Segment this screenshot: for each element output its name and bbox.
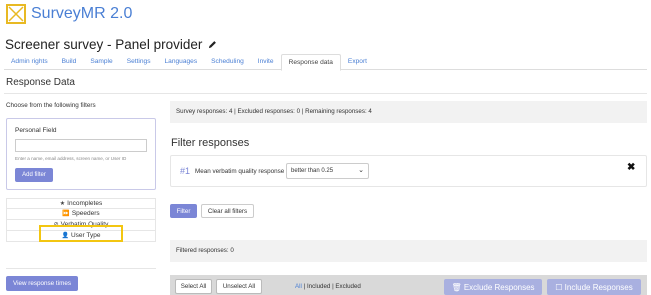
filtered-responses: Filtered responses: 0 xyxy=(170,240,647,262)
add-filter-button[interactable]: Add filter xyxy=(15,168,53,182)
highlight-annotation xyxy=(39,225,123,242)
link-included[interactable]: Included xyxy=(307,283,330,290)
tab-export[interactable]: Export xyxy=(341,54,374,70)
unselect-all-button[interactable]: Unselect All xyxy=(216,279,262,294)
filter-item-label: Incompletes xyxy=(67,199,103,207)
threshold-select-value: better than 0.25 xyxy=(291,168,334,174)
x-box-logo-icon[interactable] xyxy=(6,4,26,24)
include-label: Include Responses xyxy=(564,282,633,292)
link-excluded[interactable]: Excluded xyxy=(335,283,360,290)
app-header: SurveyMR 2.0 xyxy=(6,3,132,25)
filter-responses-heading: Filter responses xyxy=(171,137,250,149)
personal-field-label: Personal Field xyxy=(15,127,57,134)
divider xyxy=(6,268,156,269)
chevron-down-icon: ⌄ xyxy=(358,167,364,174)
personal-field-hint: Enter a name, email address, screen name… xyxy=(15,156,127,161)
tab-scheduling[interactable]: Scheduling xyxy=(204,54,251,70)
threshold-select[interactable]: better than 0.25 ⌄ xyxy=(286,163,369,179)
filters-heading: Choose from the following filters xyxy=(6,102,96,109)
tab-build[interactable]: Build xyxy=(55,54,84,70)
include-responses-button[interactable]: ☐ Include Responses xyxy=(547,279,641,295)
filter-button[interactable]: Filter xyxy=(170,204,197,218)
filter-label: Mean verbatim quality response xyxy=(195,168,285,175)
filter-number: #1 xyxy=(180,166,191,176)
tab-response-data[interactable]: Response data xyxy=(280,54,341,71)
view-response-times-button[interactable]: View response times xyxy=(6,276,78,291)
divider xyxy=(4,93,647,94)
active-filter-row: #1 Mean verbatim quality response better… xyxy=(170,155,647,187)
filter-item-label: Speeders xyxy=(71,210,100,217)
trash-icon: 🗑 xyxy=(451,282,462,292)
app-name[interactable]: SurveyMR 2.0 xyxy=(31,5,132,23)
filter-item-speeders[interactable]: ⏩ Speeders xyxy=(6,209,156,220)
tab-languages[interactable]: Languages xyxy=(158,54,205,70)
close-icon[interactable]: ✖ xyxy=(627,162,635,173)
link-all[interactable]: All xyxy=(295,283,302,290)
survey-title-text: Screener survey - Panel provider xyxy=(5,37,203,52)
selection-links: All | Included | Excluded xyxy=(295,283,361,290)
fast-forward-icon: ⏩ xyxy=(62,211,70,217)
tab-invite[interactable]: Invite xyxy=(251,54,281,70)
personal-field-input[interactable] xyxy=(15,139,147,152)
personal-field-panel: Personal Field Enter a name, email addre… xyxy=(6,118,156,190)
response-stats: Survey responses: 4 | Excluded responses… xyxy=(170,101,647,123)
tab-admin-rights[interactable]: Admin rights xyxy=(4,54,55,70)
actions-bar: Select All Unselect All All | Included |… xyxy=(170,275,647,295)
pencil-icon[interactable] xyxy=(208,40,217,49)
page-title: Screener survey - Panel provider xyxy=(5,37,217,52)
tab-bar: Admin rights Build Sample Settings Langu… xyxy=(4,54,647,71)
clear-all-filters-button[interactable]: Clear all filters xyxy=(201,204,254,218)
filter-item-incompletes[interactable]: ★ Incompletes xyxy=(6,198,156,209)
tab-sample[interactable]: Sample xyxy=(83,54,119,70)
tab-settings[interactable]: Settings xyxy=(120,54,158,70)
exclude-label: Exclude Responses xyxy=(463,282,535,292)
section-title: Response Data xyxy=(6,77,75,88)
select-all-button[interactable]: Select All xyxy=(175,279,212,294)
star-half-icon: ★ xyxy=(59,200,66,207)
checkbox-icon: ☐ xyxy=(555,282,563,292)
exclude-responses-button[interactable]: 🗑 Exclude Responses xyxy=(444,279,542,295)
